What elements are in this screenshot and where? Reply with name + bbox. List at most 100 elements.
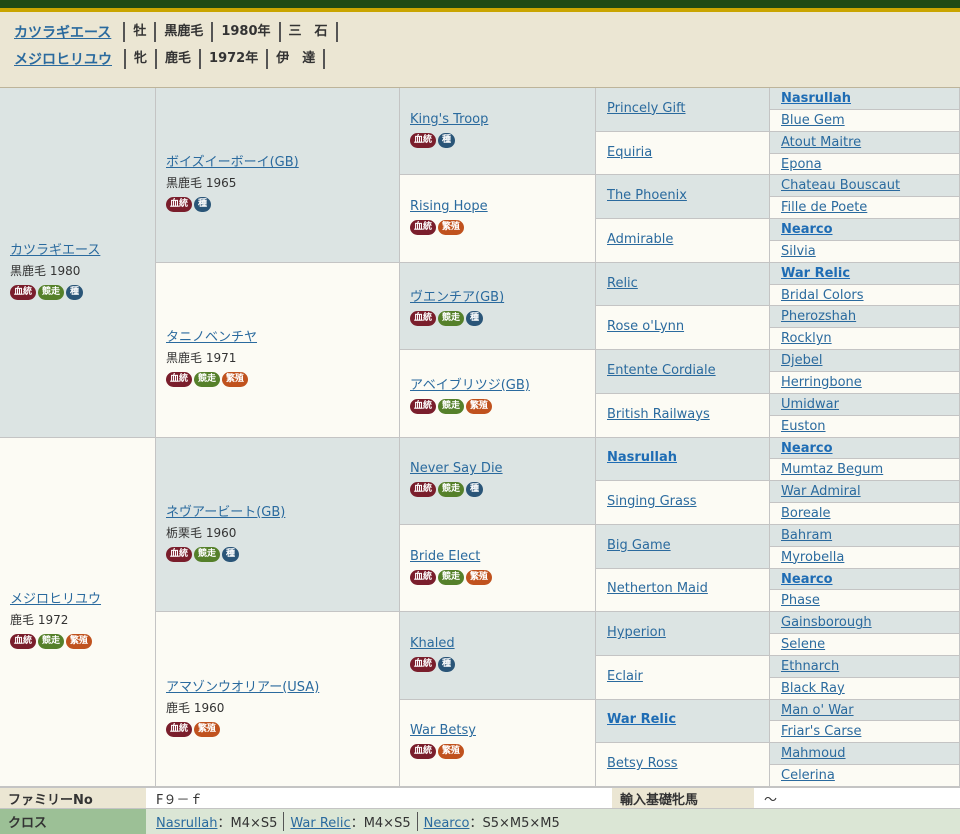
horse-name-link[interactable]: Admirable [607, 232, 673, 247]
badge-kyo[interactable]: 競走 [438, 569, 465, 585]
horse-name-link[interactable]: Gainsborough [781, 615, 872, 630]
horse-name-link[interactable]: Nearco [781, 222, 833, 237]
badge-shu[interactable]: 種 [466, 482, 484, 498]
horse-name-link[interactable]: ヴエンチア(GB) [410, 286, 504, 305]
badge-shu[interactable]: 種 [438, 132, 456, 148]
badge-han[interactable]: 繁殖 [66, 634, 93, 650]
horse-name-link[interactable]: Nearco [781, 441, 833, 456]
horse-name-link[interactable]: King's Troop [410, 112, 488, 127]
horse-name-link[interactable]: Khaled [410, 636, 455, 651]
horse-name-link[interactable]: Rising Hope [410, 199, 488, 214]
badge-ket[interactable]: 血統 [410, 311, 437, 327]
badge-shu[interactable]: 種 [438, 656, 456, 672]
badge-ket[interactable]: 血統 [410, 220, 437, 236]
horse-name-link[interactable]: メジロヒリユウ [10, 588, 101, 607]
badge-han[interactable]: 繁殖 [466, 398, 493, 414]
horse-name-link[interactable]: Nasrullah [781, 91, 851, 106]
badge-kyo[interactable]: 競走 [38, 634, 65, 650]
horse-name-link[interactable]: カツラギエース [10, 239, 100, 258]
badge-shu[interactable]: 種 [222, 546, 240, 562]
badge-kyo[interactable]: 競走 [194, 546, 221, 562]
badge-ket[interactable]: 血統 [166, 372, 193, 388]
horse-name-link[interactable]: Bahram [781, 528, 832, 543]
horse-name-link[interactable]: Mahmoud [781, 746, 846, 761]
horse-name-link[interactable]: British Railways [607, 407, 710, 422]
horse-name-link[interactable]: Bride Elect [410, 549, 492, 564]
badge-ket[interactable]: 血統 [410, 132, 437, 148]
horse-name-link[interactable]: Djebel [781, 353, 822, 368]
horse-name-link[interactable]: Princely Gift [607, 101, 686, 116]
badge-han[interactable]: 繁殖 [222, 372, 249, 388]
badge-han[interactable]: 繁殖 [438, 220, 465, 236]
badge-ket[interactable]: 血統 [410, 398, 437, 414]
horse-name-link[interactable]: Rocklyn [781, 331, 832, 346]
horse-name-link[interactable]: Rose o'Lynn [607, 319, 684, 334]
horse-name-link[interactable]: War Admiral [781, 484, 861, 499]
badge-kyo[interactable]: 競走 [38, 284, 65, 300]
horse-name-link[interactable]: War Relic [607, 712, 676, 727]
badge-ket[interactable]: 血統 [410, 744, 437, 760]
horse-name-link[interactable]: Silvia [781, 244, 816, 259]
horse-name-link[interactable]: Bridal Colors [781, 288, 864, 303]
horse-name-link[interactable]: Ethnarch [781, 659, 839, 674]
badge-shu[interactable]: 種 [194, 197, 212, 213]
dam-name-link[interactable]: メジロヒリユウ [14, 49, 112, 69]
horse-name-link[interactable]: Big Game [607, 538, 671, 553]
horse-name-link[interactable]: Celerina [781, 768, 835, 783]
horse-name-link[interactable]: Euston [781, 419, 826, 434]
badge-kyo[interactable]: 競走 [438, 482, 465, 498]
horse-name-link[interactable]: Epona [781, 157, 822, 172]
badge-ket[interactable]: 血統 [10, 634, 37, 650]
horse-name-link[interactable]: Atout Maitre [781, 135, 861, 150]
horse-name-link[interactable]: Never Say Die [410, 461, 503, 476]
badge-han[interactable]: 繁殖 [466, 569, 493, 585]
horse-name-link[interactable]: Selene [781, 637, 825, 652]
horse-name-link[interactable]: Boreale [781, 506, 831, 521]
horse-name-link[interactable]: Chateau Bouscaut [781, 178, 900, 193]
horse-name-link[interactable]: Nasrullah [607, 450, 677, 465]
badge-ket[interactable]: 血統 [166, 197, 193, 213]
horse-name-link[interactable]: Eclair [607, 669, 643, 684]
horse-name-link[interactable]: Umidwar [781, 397, 839, 412]
horse-name-link[interactable]: Netherton Maid [607, 581, 708, 596]
badge-kyo[interactable]: 競走 [438, 398, 465, 414]
horse-name-link[interactable]: Singing Grass [607, 494, 697, 509]
badge-ket[interactable]: 血統 [410, 482, 437, 498]
horse-name-link[interactable]: Entente Cordiale [607, 363, 716, 378]
horse-name-link[interactable]: Black Ray [781, 681, 845, 696]
horse-name-link[interactable]: The Phoenix [607, 188, 687, 203]
horse-name-link[interactable]: Blue Gem [781, 113, 845, 128]
horse-name-link[interactable]: War Relic [781, 266, 850, 281]
badge-ket[interactable]: 血統 [166, 721, 193, 737]
cross-horse-link[interactable]: War Relic [290, 816, 350, 831]
horse-name-link[interactable]: ボイズイーボーイ(GB) [166, 151, 299, 170]
horse-name-link[interactable]: ネヴアービート(GB) [166, 501, 285, 520]
horse-name-link[interactable]: Betsy Ross [607, 756, 678, 771]
horse-name-link[interactable]: Herringbone [781, 375, 862, 390]
horse-name-link[interactable]: Friar's Carse [781, 724, 861, 739]
horse-name-link[interactable]: Myrobella [781, 550, 844, 565]
horse-name-link[interactable]: War Betsy [410, 723, 476, 738]
badge-ket[interactable]: 血統 [10, 284, 37, 300]
badge-ket[interactable]: 血統 [166, 546, 193, 562]
horse-name-link[interactable]: Mumtaz Begum [781, 462, 883, 477]
badge-ket[interactable]: 血統 [410, 656, 437, 672]
horse-name-link[interactable]: Hyperion [607, 625, 666, 640]
horse-name-link[interactable]: カツラギエース [14, 22, 111, 42]
horse-name-link[interactable]: タニノベンチヤ [166, 326, 257, 345]
cross-horse-link[interactable]: Nasrullah [156, 816, 217, 831]
horse-name-link[interactable]: Equiria [607, 145, 652, 160]
horse-name-link[interactable]: Relic [607, 276, 638, 291]
badge-shu[interactable]: 種 [66, 284, 84, 300]
horse-name-link[interactable]: Nearco [781, 572, 833, 587]
horse-name-link[interactable]: Fille de Poete [781, 200, 867, 215]
badge-kyo[interactable]: 競走 [194, 372, 221, 388]
horse-name-link[interactable]: Pherozshah [781, 309, 856, 324]
badge-shu[interactable]: 種 [466, 311, 484, 327]
badge-kyo[interactable]: 競走 [438, 311, 465, 327]
horse-name-link[interactable]: Man o' War [781, 703, 854, 718]
badge-han[interactable]: 繁殖 [438, 744, 465, 760]
horse-name-link[interactable]: アマゾンウオリアー(USA) [166, 676, 319, 695]
cross-horse-link[interactable]: Nearco [424, 816, 470, 831]
horse-name-link[interactable]: アベイブリツジ(GB) [410, 374, 530, 393]
